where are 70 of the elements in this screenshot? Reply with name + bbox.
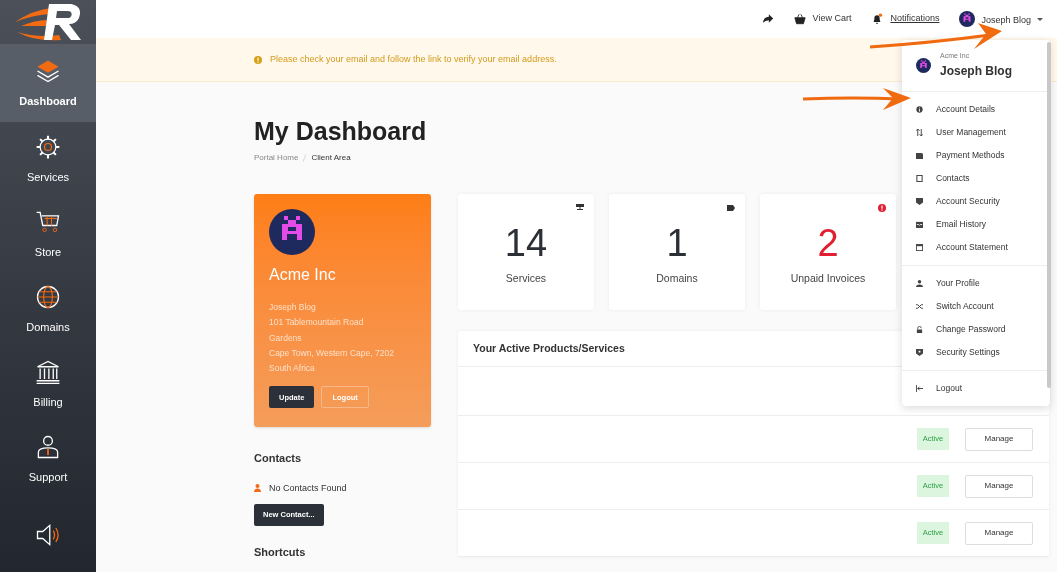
inbox-icon	[916, 221, 923, 228]
exclamation-icon	[254, 55, 262, 64]
share-icon[interactable]	[761, 13, 774, 25]
alert-text: Please check your email and follow the link to verify your email address.	[270, 52, 557, 66]
sidebar-item[interactable]: Services	[0, 122, 96, 197]
menu-item[interactable]: Account Statement	[902, 236, 1050, 259]
avatar-icon	[916, 58, 931, 73]
address-line: 101 Tablemountain Road	[269, 316, 365, 330]
menu-item[interactable]: Switch Account	[902, 295, 1050, 318]
menu-item[interactable]: Account Details	[902, 98, 1050, 121]
stat-value: 2	[817, 221, 839, 265]
scrollbar[interactable]	[1047, 42, 1051, 388]
address-line: South Africa	[269, 362, 316, 376]
breadcrumb-link[interactable]: Client Area	[311, 152, 351, 164]
bell-icon	[871, 13, 884, 25]
bank-icon	[34, 358, 62, 387]
cart-link[interactable]: View Cart	[793, 12, 852, 26]
logout-icon	[916, 385, 923, 392]
lock-icon	[916, 326, 923, 333]
stat-card[interactable]: 2 Unpaid Invoices	[760, 194, 896, 310]
menu-item[interactable]: Logout	[902, 377, 1050, 400]
exclamation-icon	[878, 204, 886, 212]
server-icon	[576, 204, 584, 212]
manage-button[interactable]: Manage	[965, 474, 1033, 498]
stat-card[interactable]: 1 Domains	[609, 194, 745, 310]
user-icon	[916, 280, 923, 287]
address-line: Gardens	[269, 331, 303, 345]
address-line: Joseph Blog	[269, 301, 317, 314]
sidebar-item[interactable]: Support	[0, 422, 96, 497]
page-title: My Dashboard	[254, 116, 427, 146]
stat-label: Services	[505, 271, 547, 286]
info-icon	[916, 106, 923, 113]
menu-item[interactable]: Your Profile	[902, 272, 1050, 295]
notifications-link[interactable]: Notifications	[871, 12, 940, 26]
avatar-icon	[959, 11, 976, 27]
section-heading: Contacts	[254, 451, 303, 466]
sidebar-item[interactable]: Billing	[0, 347, 96, 422]
stat-value: 1	[666, 221, 688, 265]
sidebar-item[interactable]: Domains	[0, 272, 96, 347]
menu-item[interactable]: Email History	[902, 213, 1050, 236]
stat-label: Domains	[656, 271, 698, 286]
sort-arrows-icon	[916, 129, 923, 136]
stat-value: 14	[504, 221, 548, 265]
address-line: Cape Town, Western Cape, 7202	[269, 346, 395, 360]
basket-icon	[793, 13, 806, 25]
shield-icon	[916, 198, 923, 205]
menu-item[interactable]: Security Settings	[902, 341, 1050, 364]
sidebar-item[interactable]: Store	[0, 197, 96, 272]
manage-button[interactable]: Manage	[965, 521, 1033, 545]
person-icon	[254, 484, 261, 493]
company-name: Acme Inc	[269, 265, 337, 285]
window-icon	[916, 244, 923, 251]
user-menu[interactable]: Joseph Blog	[959, 10, 1043, 28]
menu-item[interactable]: User Management	[902, 121, 1050, 144]
manage-button[interactable]: Manage	[965, 427, 1033, 451]
stat-card[interactable]: 14 Services	[458, 194, 594, 310]
wallet-icon	[916, 152, 923, 159]
menu-item[interactable]: Account Security	[902, 190, 1050, 213]
sidebar-item[interactable]: Dashboard	[0, 44, 96, 122]
avatar-icon	[269, 209, 315, 255]
user-name: Joseph Blog	[940, 62, 1012, 80]
empty-text: No Contacts Found	[269, 481, 347, 495]
menu-item[interactable]: Payment Methods	[902, 144, 1050, 167]
shield-icon	[916, 349, 923, 356]
breadcrumb-link[interactable]: Portal Home	[254, 152, 299, 164]
menu-item[interactable]: Contacts	[902, 167, 1050, 190]
section-heading: Shortcuts	[254, 545, 307, 560]
stat-label: Unpaid Invoices	[790, 271, 866, 286]
tag-icon	[727, 204, 735, 212]
shuffle-icon	[916, 303, 923, 310]
